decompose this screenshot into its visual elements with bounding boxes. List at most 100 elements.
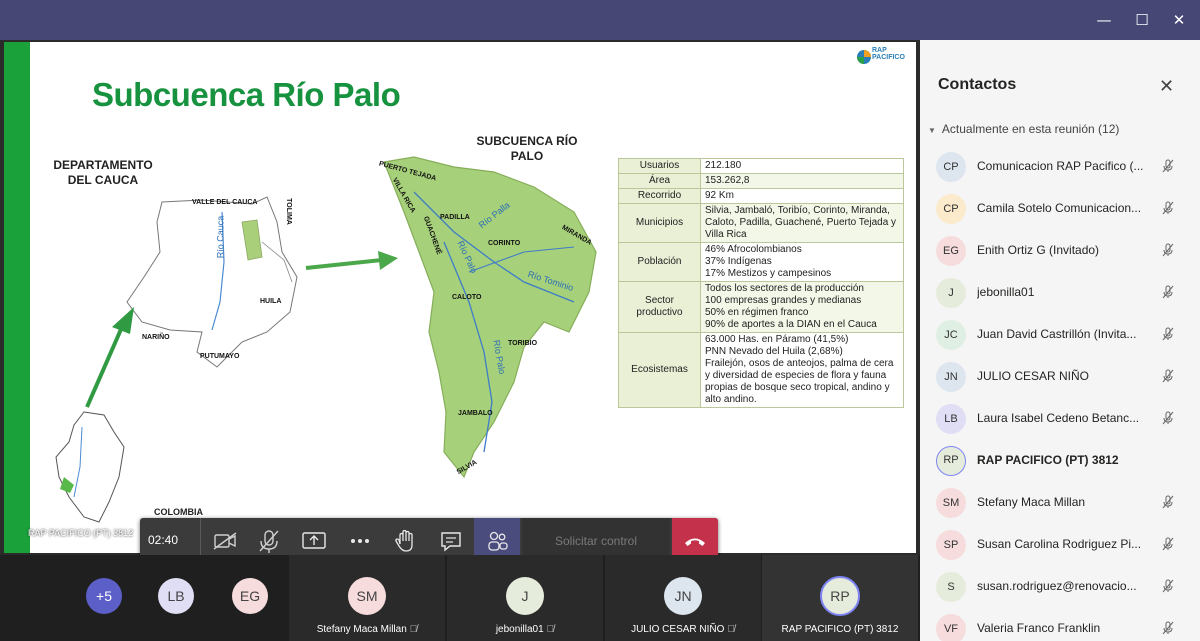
participant-name: Valeria Franco Franklin <box>977 621 1101 635</box>
participant-row[interactable]: SP Susan Carolina Rodriguez Pi... <box>920 524 1200 566</box>
participant-row[interactable]: EG Enith Ortiz G (Invitado) <box>920 230 1200 272</box>
info-table-value: 92 Km <box>700 188 904 204</box>
avatar: JC <box>936 320 966 350</box>
info-table-value: 46% Afrocolombianos 37% Indígenas 17% Me… <box>700 242 904 282</box>
info-table-row: Municipios Silvia, Jambaló, Toribío, Cori… <box>618 203 904 243</box>
map-label-valle: VALLE DEL CAUCA <box>192 199 258 206</box>
map-label-jambalo: JAMBALO <box>458 410 493 417</box>
participant-row[interactable]: SM Stefany Maca Millan <box>920 482 1200 524</box>
info-table-row: Área 153.262,8 <box>618 173 904 189</box>
info-table-value: 212.180 <box>700 158 904 174</box>
info-table-row: Población 46% Afrocolombianos 37% Indígen… <box>618 242 904 282</box>
participant-name: Stefany Maca Millan <box>316 624 407 635</box>
info-table-key: Recorrido <box>618 188 701 204</box>
restore-button[interactable]: ☐ <box>1132 10 1152 30</box>
info-table-row: Sector productivo Todos los sectores de l… <box>618 281 904 333</box>
mic-off-icon: 🎙̸ <box>546 624 555 635</box>
info-table-key: Población <box>618 242 701 282</box>
minimize-button[interactable]: — <box>1094 10 1114 30</box>
participant-row[interactable]: CP Comunicacion RAP Pacifico (... <box>920 146 1200 188</box>
mic-off-icon <box>1162 579 1174 593</box>
avatar: RP <box>936 446 966 476</box>
close-window-button[interactable]: ✕ <box>1169 10 1189 30</box>
slide-accent-bar <box>4 42 30 553</box>
mic-off-icon <box>1162 495 1174 509</box>
participant-tile[interactable]: SM Stefany Maca Millan 🎙̸ <box>289 555 445 641</box>
participant-row[interactable]: Jjebonilla01 <box>920 272 1200 314</box>
logo-text: RAP PACIFICO <box>872 47 905 61</box>
info-table-row: Usuarios 212.180 <box>618 158 904 174</box>
avatar: J <box>936 278 966 308</box>
info-table-row: Ecosistemas 63.000 Has. en Páramo (41,5%)… <box>618 332 904 408</box>
mic-off-icon <box>1162 285 1174 299</box>
avatar: SM <box>348 577 386 615</box>
map-label-putumayo: PUTUMAYO <box>200 353 240 360</box>
participant-tile[interactable]: RP RAP PACIFICO (PT) 3812 <box>762 555 918 641</box>
shared-screen-stage: Subcuenca Río Palo RAP PACIFICO DEPARTAM… <box>0 40 920 564</box>
participant-row[interactable]: JC Juan David Castrillón (Invita... <box>920 314 1200 356</box>
window-title-bar: — ☐ ✕ <box>0 0 1200 40</box>
mic-off-icon: 🎙̸ <box>727 624 735 635</box>
participant-tile-label: RAP PACIFICO (PT) 3812 <box>762 624 918 635</box>
avatar: VF <box>936 614 966 641</box>
participant-row[interactable]: VF Valeria Franco Franklin <box>920 608 1200 641</box>
avatar: JN <box>664 577 702 615</box>
more-participants-badge[interactable]: +5 <box>86 578 122 614</box>
mic-off-icon <box>1162 243 1174 257</box>
info-table-key: Área <box>618 173 701 189</box>
participant-name: Juan David Castrillón (Invita... <box>977 327 1137 341</box>
participant-name: Enith Ortiz G (Invitado) <box>977 243 1100 257</box>
map-label-padilla: PADILLA <box>440 214 470 221</box>
meeting-timer: 02:40 <box>148 533 179 547</box>
avatar[interactable]: LB <box>158 578 194 614</box>
in-meeting-section-toggle[interactable]: ▼ Actualmente en esta reunión (12) <box>928 122 1119 136</box>
avatar[interactable]: EG <box>232 578 268 614</box>
map-label-rio-cauca: Río Cauca <box>215 215 226 259</box>
map-label-tolima: TOLIMA <box>284 198 292 225</box>
participant-name: Susan Carolina Rodriguez Pi... <box>977 537 1142 551</box>
participant-row[interactable]: LB Laura Isabel Cedeno Betanc... <box>920 398 1200 440</box>
participant-row[interactable]: CP Camila Sotelo Comunicacion... <box>920 188 1200 230</box>
participant-row[interactable]: RP RAP PACIFICO (PT) 3812 <box>920 440 1200 482</box>
contacts-panel: Contactos ✕ ▼ Actualmente en esta reunión… <box>920 40 1200 641</box>
avatar: SP <box>936 530 966 560</box>
section-label: Actualmente en esta reunión (12) <box>941 122 1120 136</box>
participant-name: JULIO CESAR NIÑO <box>631 624 725 635</box>
slide-title: Subcuenca Río Palo <box>92 76 401 113</box>
participant-row[interactable]: JN JULIO CESAR NIÑO <box>920 356 1200 398</box>
participant-tile-label: JULIO CESAR NIÑO 🎙̸ <box>605 624 761 635</box>
avatar: RP <box>820 576 860 616</box>
info-table-key: Municipios <box>618 203 701 243</box>
mic-off-icon: 🎙̸ <box>409 624 418 635</box>
participant-name: jebonilla01 <box>495 624 544 635</box>
avatar: CP <box>936 152 966 182</box>
avatar: SM <box>936 488 966 518</box>
close-icon[interactable]: ✕ <box>1159 76 1174 97</box>
logo-text-line-2: PACIFICO <box>872 54 905 61</box>
participant-name: susan.rodriguez@renovacio... <box>977 579 1137 593</box>
participant-tile[interactable]: JN JULIO CESAR NIÑO 🎙̸ <box>605 555 761 641</box>
participant-name: Laura Isabel Cedeno Betanc... <box>977 411 1140 425</box>
participant-name: JULIO CESAR NIÑO <box>977 369 1090 383</box>
participant-tile-label: jebonilla01 🎙̸ <box>447 624 603 635</box>
presenter-name-tag: RAP PACIFICO (PT) 3812 <box>28 528 134 538</box>
avatar: LB <box>936 404 966 434</box>
participant-tile[interactable]: J jebonilla01 🎙̸ <box>447 555 603 641</box>
info-table-value: Todos los sectores de la producción 100 … <box>700 281 904 333</box>
map-label-caloto: CALOTO <box>452 294 482 301</box>
avatar: JN <box>936 362 966 392</box>
mic-off-icon <box>1162 621 1174 635</box>
participant-strip: +5 LB EG SM Stefany Maca Millan 🎙̸ J jebo… <box>0 555 920 641</box>
colombia-map <box>55 411 125 523</box>
info-table-value: 153.262,8 <box>700 173 904 189</box>
participant-tile-label: Stefany Maca Millan 🎙̸ <box>289 624 445 635</box>
avatar: CP <box>936 194 966 224</box>
mic-off-icon <box>1162 411 1174 425</box>
logo-text-line-1: RAP <box>872 47 887 54</box>
participant-name: Camila Sotelo Comunicacion... <box>977 201 1142 215</box>
mic-off-icon <box>1162 201 1174 215</box>
participant-row[interactable]: Ssusan.rodriguez@renovacio... <box>920 566 1200 608</box>
mic-off-icon <box>1162 537 1174 551</box>
mic-off-icon <box>1162 369 1174 383</box>
arrow-up-icon <box>85 307 134 408</box>
